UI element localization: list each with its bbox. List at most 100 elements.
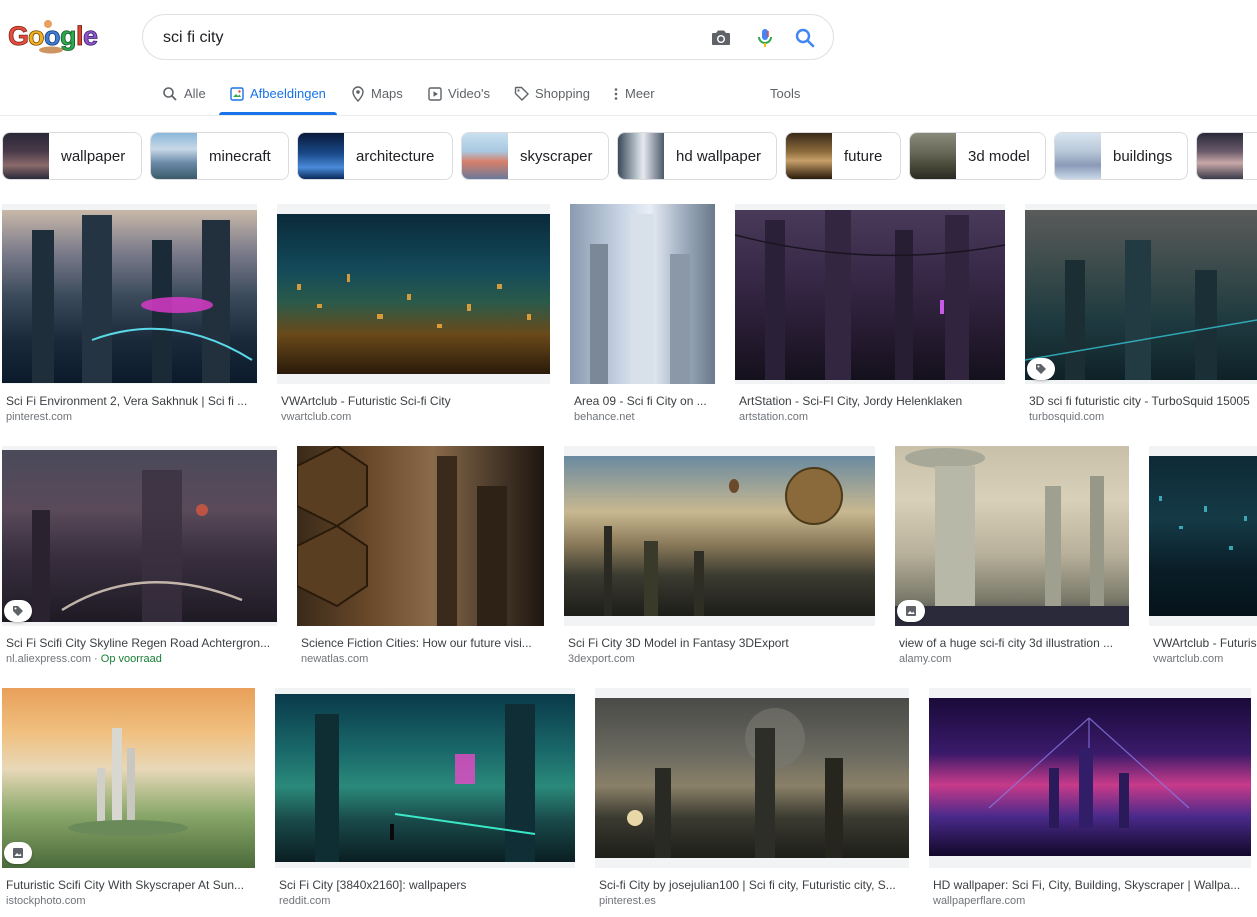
chip-architecture[interactable]: architecture [297,132,453,180]
result-source: newatlas.com [301,653,369,665]
chip-minecraft[interactable]: minecraft [150,132,289,180]
result-source: 3dexport.com [568,653,635,665]
tab-label: Video's [448,86,490,101]
image-result[interactable]: VWArtclub - Futuris vwartclub.com [1149,446,1257,668]
chip-thumbnail [618,133,664,179]
result-caption: Sci Fi Scifi City Skyline Regen Road Ach… [6,636,271,650]
image-result[interactable]: Area 09 - Sci fi City on ... behance.net [570,204,715,424]
chip-label: buildings [1113,147,1173,165]
tab-label: Maps [371,86,403,101]
search-icon [163,86,177,101]
result-caption: VWArtclub - Futuristic Sci-fi City [281,394,451,408]
product-tag-icon [1027,358,1055,380]
result-source: turbosquid.com [1029,411,1105,423]
chip-label: 3d model [968,147,1030,165]
chip-label: architecture [356,147,435,165]
tab-afbeeldingen[interactable]: Afbeeldingen [219,72,337,115]
chip-label: minecraft [209,147,271,165]
result-source: istockphoto.com [6,895,86,907]
result-thumbnail [929,688,1251,868]
tab-maps[interactable]: Maps [351,72,403,115]
result-caption: Area 09 - Sci fi City on ... [574,394,707,408]
chip-thumbnail [786,133,832,179]
search-box [142,14,834,60]
result-thumbnail [1149,446,1257,626]
svg-text:g: g [60,21,77,51]
search-icon[interactable] [793,26,817,50]
chip-future[interactable]: future [785,132,901,180]
chip-more[interactable] [1196,132,1257,180]
image-result[interactable]: Sci Fi Environment 2, Vera Sakhnuk | Sci… [2,204,257,424]
chip-label: skyscraper [520,147,593,165]
tab-meer[interactable]: Meer [613,72,655,115]
search-input[interactable] [163,25,703,51]
image-result[interactable]: Futuristic Scifi City With Skyscraper At… [2,688,255,910]
result-caption: Sci-fi City by josejulian100 | Sci fi ci… [599,878,896,892]
result-thumbnail [735,204,1005,384]
svg-text:G: G [8,21,29,51]
chip-buildings[interactable]: buildings [1054,132,1188,180]
result-source: pinterest.es [599,895,656,907]
image-result[interactable]: Sci Fi City [3840x2160]: wallpapers redd… [275,688,575,910]
result-source: pinterest.com [6,411,73,423]
chip-label: wallpaper [61,147,126,165]
image-result[interactable]: 3D sci fi futuristic city - TurboSquid 1… [1025,204,1257,424]
image-result[interactable]: view of a huge sci-fi city 3d illustrati… [895,446,1129,668]
result-caption: view of a huge sci-fi city 3d illustrati… [899,636,1114,650]
map-pin-icon [352,85,364,102]
play-icon [428,86,442,101]
tag-icon [514,86,529,101]
more-vert-icon [614,87,618,100]
tools-button[interactable]: Tools [770,72,800,115]
result-source: vwartclub.com [1153,653,1224,665]
result-source: behance.net [574,411,635,423]
chip-3d-model[interactable]: 3d model [909,132,1046,180]
result-thumbnail [2,446,277,626]
tab-shopping[interactable]: Shopping [514,72,590,115]
result-thumbnail [564,446,875,626]
image-result[interactable]: Science Fiction Cities: How our future v… [297,446,544,668]
tools-label: Tools [770,86,801,101]
chip-thumbnail [298,133,344,179]
result-thumbnail [1025,204,1257,384]
result-caption: Sci Fi City 3D Model in Fantasy 3DExport [568,636,789,650]
tab-label: Meer [625,86,655,101]
image-result[interactable]: Sci-fi City by josejulian100 | Sci fi ci… [595,688,909,910]
chip-thumbnail [1055,133,1101,179]
result-thumbnail [277,204,550,384]
product-tag-icon [4,600,32,622]
result-source: nl.aliexpress.com · Op voorraad [6,653,162,665]
result-source: artstation.com [739,411,809,423]
tab-label: Afbeeldingen [250,86,326,101]
result-caption: VWArtclub - Futuris [1153,636,1257,650]
image-result[interactable]: HD wallpaper: Sci Fi, City, Building, Sk… [929,688,1251,910]
chip-thumbnail [1197,133,1243,179]
google-logo[interactable]: G o o g l e [6,16,98,56]
result-thumbnail [297,446,544,626]
image-icon [4,842,32,864]
image-icon [897,600,925,622]
image-result[interactable]: ArtStation - Sci-FI City, Jordy Helenkla… [735,204,1005,424]
image-icon [230,86,244,101]
image-result[interactable]: Sci Fi Scifi City Skyline Regen Road Ach… [2,446,277,668]
result-caption: Science Fiction Cities: How our future v… [301,636,532,650]
tab-label: Alle [184,86,206,101]
image-result[interactable]: VWArtclub - Futuristic Sci-fi City vwart… [277,204,550,424]
camera-icon[interactable] [709,26,733,50]
chip-label: hd wallpaper [676,147,762,165]
result-source: alamy.com [899,653,952,665]
tab-videos[interactable]: Video's [428,72,490,115]
result-caption: ArtStation - Sci-FI City, Jordy Helenkla… [739,394,963,408]
chip-skyscraper[interactable]: skyscraper [461,132,609,180]
result-thumbnail [2,204,257,384]
chip-wallpaper[interactable]: wallpaper [2,132,142,180]
chip-hd-wallpaper[interactable]: hd wallpaper [617,132,777,180]
tab-alle[interactable]: Alle [162,72,206,115]
stock-status: Op voorraad [100,653,162,665]
result-thumbnail [2,688,255,868]
image-result[interactable]: Sci Fi City 3D Model in Fantasy 3DExport… [564,446,875,668]
chip-thumbnail [910,133,956,179]
microphone-icon[interactable] [753,26,777,50]
result-caption: Sci Fi City [3840x2160]: wallpapers [279,878,467,892]
svg-text:e: e [83,21,98,51]
